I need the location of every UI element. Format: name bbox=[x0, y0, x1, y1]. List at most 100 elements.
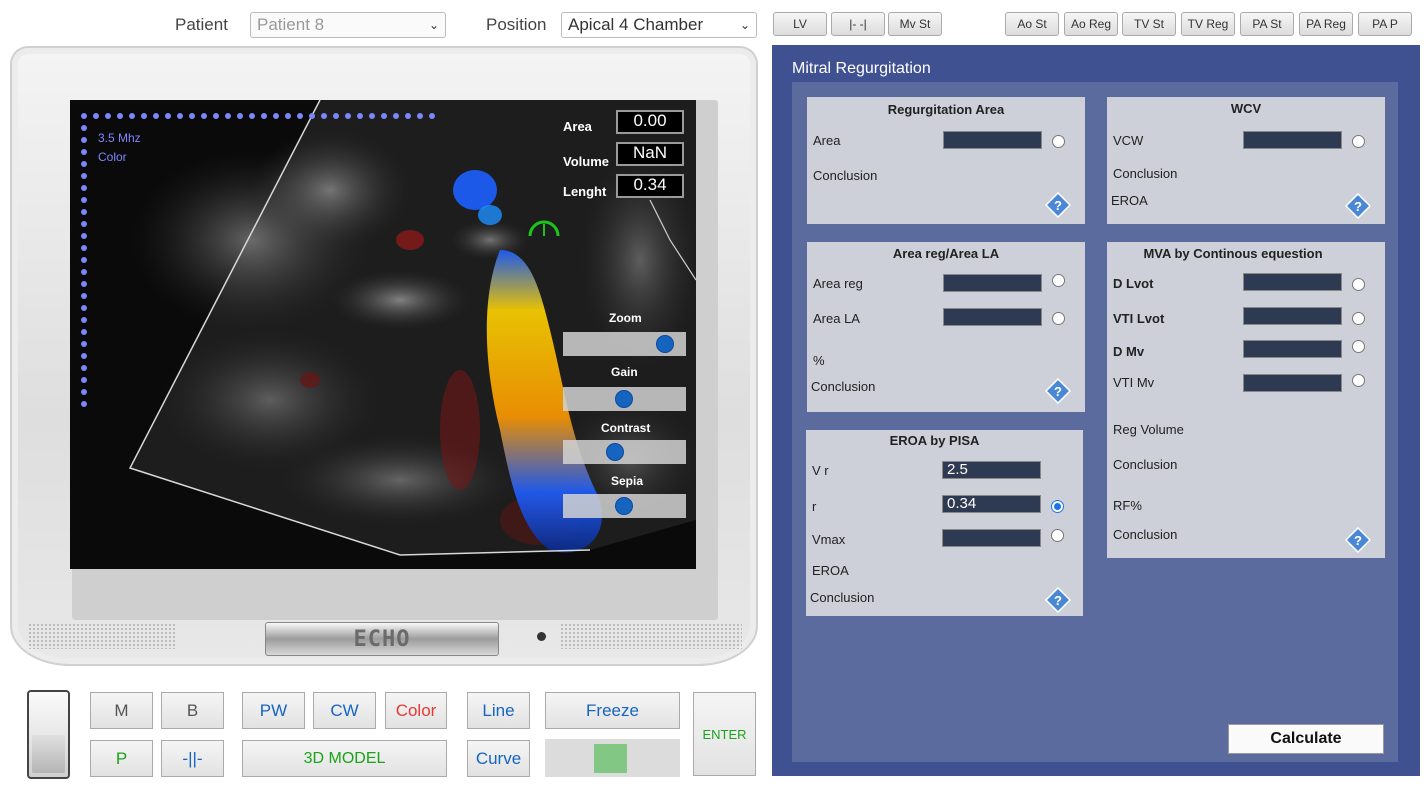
speaker-grille-left bbox=[28, 623, 176, 649]
cw-button[interactable]: CW bbox=[313, 692, 376, 729]
pw-button[interactable]: PW bbox=[242, 692, 305, 729]
vr-input[interactable]: 2.5 bbox=[942, 461, 1041, 479]
card-title: Area reg/Area LA bbox=[892, 246, 1000, 261]
vti-mv-input[interactable] bbox=[1243, 374, 1342, 392]
help-icon[interactable]: ? bbox=[1045, 378, 1071, 404]
line-button[interactable]: Line bbox=[467, 692, 530, 729]
position-label: Position bbox=[486, 15, 547, 34]
help-icon[interactable]: ? bbox=[1045, 587, 1071, 613]
conclusion-label: Conclusion bbox=[813, 168, 878, 183]
enter-button[interactable]: ENTER bbox=[693, 692, 756, 776]
help-icon[interactable]: ? bbox=[1345, 193, 1371, 219]
conclusion-label: Conclusion bbox=[810, 590, 875, 605]
caliper-button[interactable]: |- -| bbox=[831, 12, 885, 36]
wcv-card: WCV VCW Conclusion EROA ? bbox=[1107, 97, 1385, 224]
help-icon[interactable]: ? bbox=[1345, 527, 1371, 553]
eroa-pisa-card: EROA by PISA V r 2.5 r 0.34 Vmax EROA Co… bbox=[806, 430, 1083, 616]
sepia-slider[interactable] bbox=[563, 494, 686, 518]
vti-lvot-label: VTI Lvot bbox=[1113, 311, 1165, 326]
mv-st-button[interactable]: Mv St bbox=[888, 12, 942, 36]
rf-percent-label: RF% bbox=[1113, 498, 1142, 513]
pa-st-button[interactable]: PA St bbox=[1240, 12, 1294, 36]
freeze-button[interactable]: Freeze bbox=[545, 692, 680, 729]
color-button[interactable]: Color bbox=[385, 692, 447, 729]
vmax-input[interactable] bbox=[942, 529, 1041, 547]
area-reg-radio[interactable] bbox=[1052, 274, 1065, 287]
contrast-slider-knob[interactable] bbox=[606, 443, 624, 461]
svg-text:?: ? bbox=[1054, 593, 1062, 608]
length-readout: 0.34 bbox=[616, 174, 684, 198]
vti-mv-label: VTI Mv bbox=[1113, 375, 1155, 390]
ao-reg-button[interactable]: Ao Reg bbox=[1064, 12, 1118, 36]
area-readout: 0.00 bbox=[616, 110, 684, 134]
vr-label: V r bbox=[812, 463, 829, 478]
sepia-label: Sepia bbox=[611, 474, 644, 488]
card-title: Regurgitation Area bbox=[887, 102, 1005, 117]
p-button[interactable]: P bbox=[90, 740, 153, 777]
freeze-indicator-light bbox=[594, 744, 627, 773]
volume-label: Volume bbox=[563, 154, 609, 169]
zoom-slider[interactable] bbox=[563, 332, 686, 356]
position-select[interactable]: Apical 4 Chamber ⌄ bbox=[561, 12, 757, 38]
mva-continuity-card: MVA by Continous equestion D Lvot VTI Lv… bbox=[1107, 242, 1385, 558]
help-icon[interactable]: ? bbox=[1045, 192, 1071, 218]
pa-p-button[interactable]: PA P bbox=[1358, 12, 1412, 36]
r-label: r bbox=[812, 499, 817, 514]
tv-reg-button[interactable]: TV Reg bbox=[1181, 12, 1235, 36]
3d-model-button[interactable]: 3D MODEL bbox=[242, 740, 447, 777]
patient-select[interactable]: Patient 8 ⌄ bbox=[250, 12, 446, 38]
separator-button[interactable]: -||- bbox=[161, 740, 224, 777]
d-lvot-input[interactable] bbox=[1243, 273, 1342, 291]
ultrasound-screen[interactable]: 3.5 Mhz Color Area 0.00 Volume NaN Lengh… bbox=[70, 100, 696, 569]
calculate-button[interactable]: Calculate bbox=[1228, 724, 1384, 754]
vmax-radio[interactable] bbox=[1051, 529, 1064, 542]
card-title: EROA by PISA bbox=[889, 433, 980, 448]
vcw-radio[interactable] bbox=[1352, 135, 1365, 148]
area-input[interactable] bbox=[943, 131, 1042, 149]
curve-button[interactable]: Curve bbox=[467, 740, 530, 777]
area-field-label: Area bbox=[813, 133, 841, 148]
eroa-label: EROA bbox=[1111, 193, 1148, 208]
contrast-label: Contrast bbox=[601, 421, 651, 435]
vti-lvot-radio[interactable] bbox=[1352, 312, 1365, 325]
gain-slider[interactable] bbox=[563, 387, 686, 411]
r-radio[interactable] bbox=[1051, 500, 1064, 513]
area-radio[interactable] bbox=[1052, 135, 1065, 148]
area-reg-input[interactable] bbox=[943, 274, 1042, 292]
d-lvot-label: D Lvot bbox=[1113, 276, 1154, 291]
b-mode-button[interactable]: B bbox=[161, 692, 224, 729]
svg-text:?: ? bbox=[1354, 199, 1362, 214]
r-input[interactable]: 0.34 bbox=[942, 495, 1041, 513]
area-la-radio[interactable] bbox=[1052, 312, 1065, 325]
area-reg-la-card: Area reg/Area LA Area reg Area LA % Conc… bbox=[807, 242, 1085, 412]
svg-text:?: ? bbox=[1354, 533, 1362, 548]
area-la-label: Area LA bbox=[813, 311, 860, 326]
vti-mv-radio[interactable] bbox=[1352, 374, 1365, 387]
vti-lvot-input[interactable] bbox=[1243, 307, 1342, 325]
zoom-slider-knob[interactable] bbox=[656, 335, 674, 353]
d-lvot-radio[interactable] bbox=[1352, 278, 1365, 291]
m-mode-button[interactable]: M bbox=[90, 692, 153, 729]
ao-st-button[interactable]: Ao St bbox=[1005, 12, 1059, 36]
echo-brand-plate: ECHO bbox=[265, 622, 499, 656]
vcw-input[interactable] bbox=[1243, 131, 1342, 149]
vmax-label: Vmax bbox=[812, 532, 846, 547]
area-label: Area bbox=[563, 119, 592, 134]
reg-volume-label: Reg Volume bbox=[1113, 422, 1184, 437]
pa-reg-button[interactable]: PA Reg bbox=[1299, 12, 1353, 36]
sepia-slider-knob[interactable] bbox=[615, 497, 633, 515]
d-mv-radio[interactable] bbox=[1352, 340, 1365, 353]
lv-button[interactable]: LV bbox=[773, 12, 827, 36]
percent-label: % bbox=[813, 353, 825, 368]
patient-select-value: Patient 8 bbox=[257, 15, 325, 34]
contrast-slider[interactable] bbox=[563, 440, 686, 464]
volume-readout: NaN bbox=[616, 142, 684, 166]
gain-slider-knob[interactable] bbox=[615, 390, 633, 408]
tv-st-button[interactable]: TV St bbox=[1122, 12, 1176, 36]
patient-label: Patient bbox=[175, 15, 228, 34]
d-mv-input[interactable] bbox=[1243, 340, 1342, 358]
length-label: Lenght bbox=[563, 184, 607, 199]
power-switch[interactable] bbox=[27, 690, 70, 779]
area-la-input[interactable] bbox=[943, 308, 1042, 326]
regurgitation-area-card: Regurgitation Area Area Conclusion ? bbox=[807, 97, 1085, 224]
